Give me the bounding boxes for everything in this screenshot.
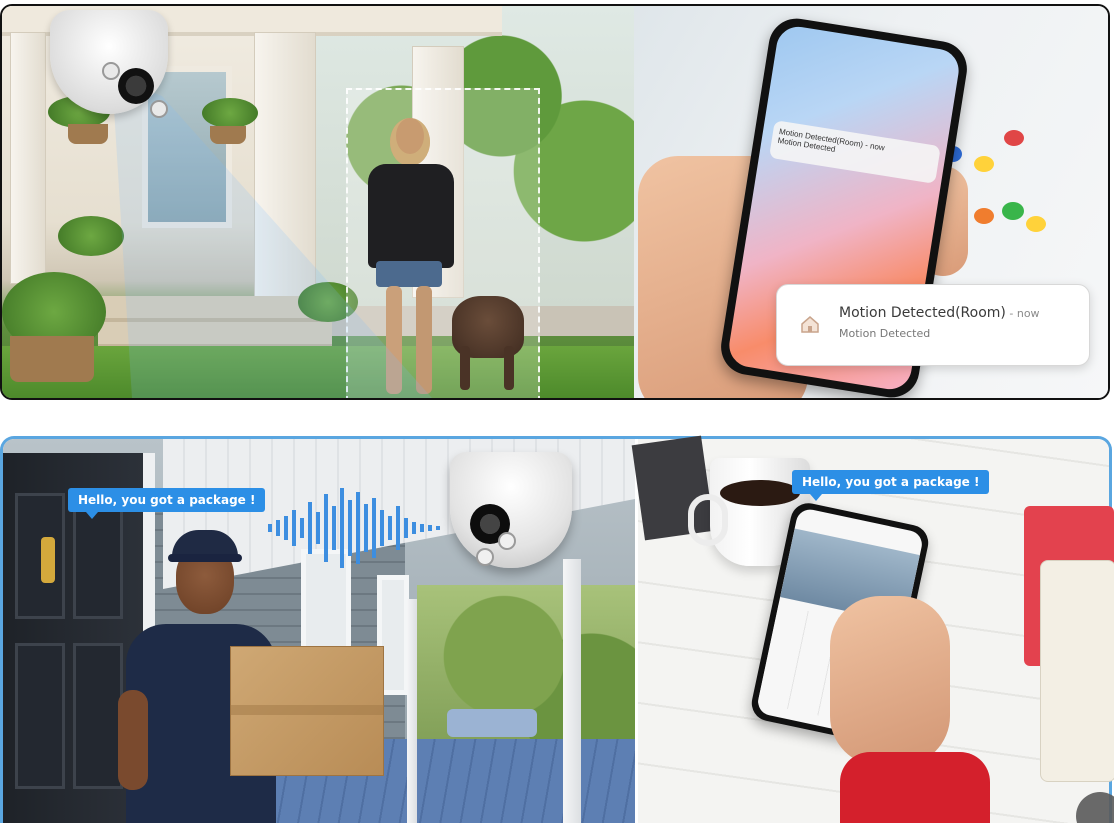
hand: [830, 596, 950, 766]
candy: [1002, 202, 1024, 220]
package-box: [230, 646, 384, 776]
speech-bubble-right: Hello, you got a package !: [792, 470, 990, 501]
delivery-man-cap-bill: [168, 554, 242, 562]
sound-wave-icon: [268, 488, 440, 568]
notification-title: Motion Detected(Room) - now: [839, 305, 1040, 321]
notification-time: now: [1016, 307, 1040, 320]
candy: [974, 208, 994, 224]
home-icon: [801, 316, 819, 333]
candy: [1026, 216, 1046, 232]
speech-bubble-left: Hello, you got a package !: [68, 488, 266, 519]
candy: [974, 156, 994, 172]
top-panel: Motion Detected(Room) - now Motion Detec…: [0, 4, 1110, 400]
door-handle: [41, 537, 55, 583]
red-sleeve: [840, 752, 990, 823]
porch-swing: [447, 709, 537, 737]
collage: Motion Detected(Room) - now Motion Detec…: [0, 0, 1114, 823]
security-camera-icon: [450, 452, 572, 568]
mini-notification: Motion Detected(Room) - now Motion Detec…: [768, 120, 941, 184]
cream-book: [1040, 560, 1114, 782]
motion-notification-card: Motion Detected(Room) - now Motion Detec…: [776, 284, 1090, 366]
candy: [1004, 130, 1024, 146]
porch-post: [563, 559, 581, 823]
mini-notification-time: now: [869, 141, 886, 153]
notification-subtitle: Motion Detected: [839, 327, 931, 340]
porch-post: [407, 599, 417, 823]
delivery-man-arm: [118, 690, 148, 790]
